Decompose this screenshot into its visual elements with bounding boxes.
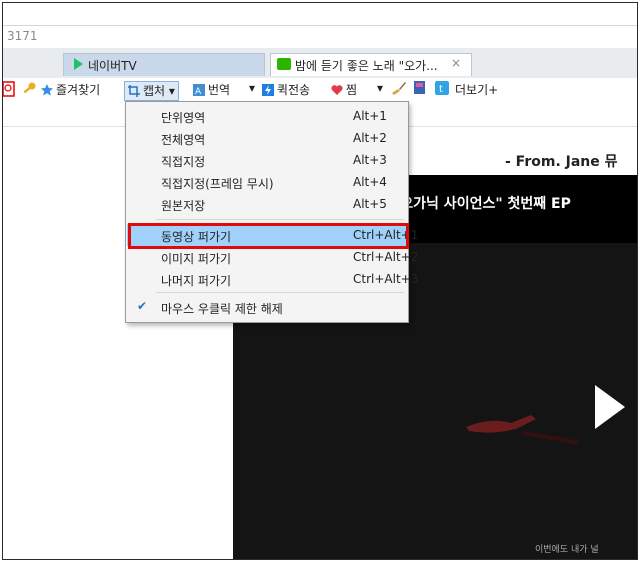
svg-text:t: t (439, 84, 443, 95)
wishlist-label: 찜 (346, 83, 358, 97)
quick-send-label: 퀵전송 (277, 83, 311, 97)
star-icon (41, 84, 53, 96)
menu-item-shortcut: Ctrl+Alt+2 (353, 250, 419, 264)
naver-tv-play-icon (74, 58, 83, 70)
menu-separator (156, 219, 404, 220)
tab-label: 네이버TV (88, 59, 137, 73)
menu-item-label: 단위영역 (161, 111, 206, 125)
menu-item-label: 직접지정(프레임 무시) (161, 177, 274, 191)
menu-item-shortcut: Alt+3 (353, 153, 387, 167)
menu-separator (156, 292, 404, 293)
twitter-icon[interactable]: t (435, 81, 449, 99)
menu-item-shortcut: Alt+1 (353, 109, 387, 123)
crop-icon (128, 85, 140, 97)
menu-item-full-area[interactable]: 전체영역 Alt+2 (127, 127, 407, 149)
close-icon[interactable]: × (451, 56, 461, 70)
translate-button[interactable]: A 번역 (193, 81, 230, 99)
menu-item-custom-area[interactable]: 직접지정 Alt+3 (127, 149, 407, 171)
more-button[interactable]: 더보기+ (455, 81, 498, 99)
browser-window: 3171 네이버TV 밤에 듣기 좋은 노래 "오가... × 즐겨찾기 캡처 … (2, 2, 638, 560)
heart-icon (331, 85, 343, 95)
translate-icon: A (193, 84, 205, 96)
menu-item-unit-area[interactable]: 단위영역 Alt+1 (127, 105, 407, 127)
checkmark-icon: ✔ (137, 299, 148, 313)
search-icon[interactable] (3, 81, 15, 99)
menu-item-shortcut: Alt+4 (353, 175, 387, 189)
menu-item-shortcut: Alt+5 (353, 197, 387, 211)
tab-bar: 네이버TV 밤에 듣기 좋은 노래 "오가... × (3, 48, 637, 78)
menu-item-custom-area-ignore-frame[interactable]: 직접지정(프레임 무시) Alt+4 (127, 171, 407, 193)
tab-naver-tv[interactable]: 네이버TV (63, 53, 265, 76)
translate-dropdown[interactable]: ▾ (249, 81, 255, 99)
brush-icon[interactable] (391, 81, 407, 99)
lightning-icon (262, 84, 274, 96)
menu-item-label: 전체영역 (161, 133, 206, 147)
play-icon[interactable] (595, 385, 625, 429)
menu-item-shortcut: Ctrl+Alt+3 (353, 272, 419, 286)
menu-item-save-original[interactable]: 원본저장 Alt+5 (127, 193, 407, 215)
menu-item-label: 마우스 우클릭 제한 해제 (161, 302, 283, 316)
wishlist-button[interactable]: 찜 (331, 81, 357, 99)
toolbar: 즐겨찾기 캡처 ▾ A 번역 ▾ 퀵전송 찜 ▾ t 더보기+ (3, 78, 637, 102)
svg-text:A: A (195, 87, 202, 96)
key-icon[interactable] (21, 81, 37, 99)
favorites-label: 즐겨찾기 (56, 83, 101, 97)
capture-button[interactable]: 캡처 ▾ (124, 81, 179, 101)
address-bar[interactable]: 3171 (3, 25, 637, 49)
wishlist-dropdown[interactable]: ▾ (377, 81, 383, 99)
page-quote: - From. Jane 뮤 (505, 154, 618, 170)
tab-blog-song[interactable]: 밤에 듣기 좋은 노래 "오가... × (270, 53, 472, 76)
translate-label: 번역 (208, 83, 231, 97)
menu-item-label: 직접지정 (161, 155, 206, 169)
quick-send-button[interactable]: 퀵전송 (262, 81, 310, 99)
video-frame-figure (466, 415, 579, 445)
menu-item-copy-rest[interactable]: 나머지 퍼가기 Ctrl+Alt+3 (127, 268, 418, 290)
address-text: 3171 (7, 29, 38, 43)
capture-label: 캡처 ▾ (143, 84, 175, 98)
capture-dropdown-menu: 단위영역 Alt+1 전체영역 Alt+2 직접지정 Alt+3 직접지정(프레… (125, 101, 418, 323)
menu-item-shortcut: Alt+2 (353, 131, 387, 145)
menu-item-copy-image[interactable]: 이미지 퍼가기 Ctrl+Alt+2 (127, 246, 418, 268)
blog-icon (277, 58, 291, 70)
video-title: "오가닉 사이언스" 첫번째 EP (393, 196, 571, 212)
video-caption: 이번에도 내가 널 (535, 545, 599, 555)
menu-item-label: 나머지 퍼가기 (161, 274, 232, 288)
bookmark-book-icon[interactable] (413, 81, 427, 99)
menu-item-label: 이미지 퍼가기 (161, 252, 232, 266)
menu-item-label: 원본저장 (161, 199, 206, 213)
menu-item-disable-right-click-block[interactable]: ✔ 마우스 우클릭 제한 해제 (127, 296, 407, 318)
tab-label: 밤에 듣기 좋은 노래 "오가... (295, 59, 438, 73)
favorites-button[interactable]: 즐겨찾기 (41, 81, 100, 99)
